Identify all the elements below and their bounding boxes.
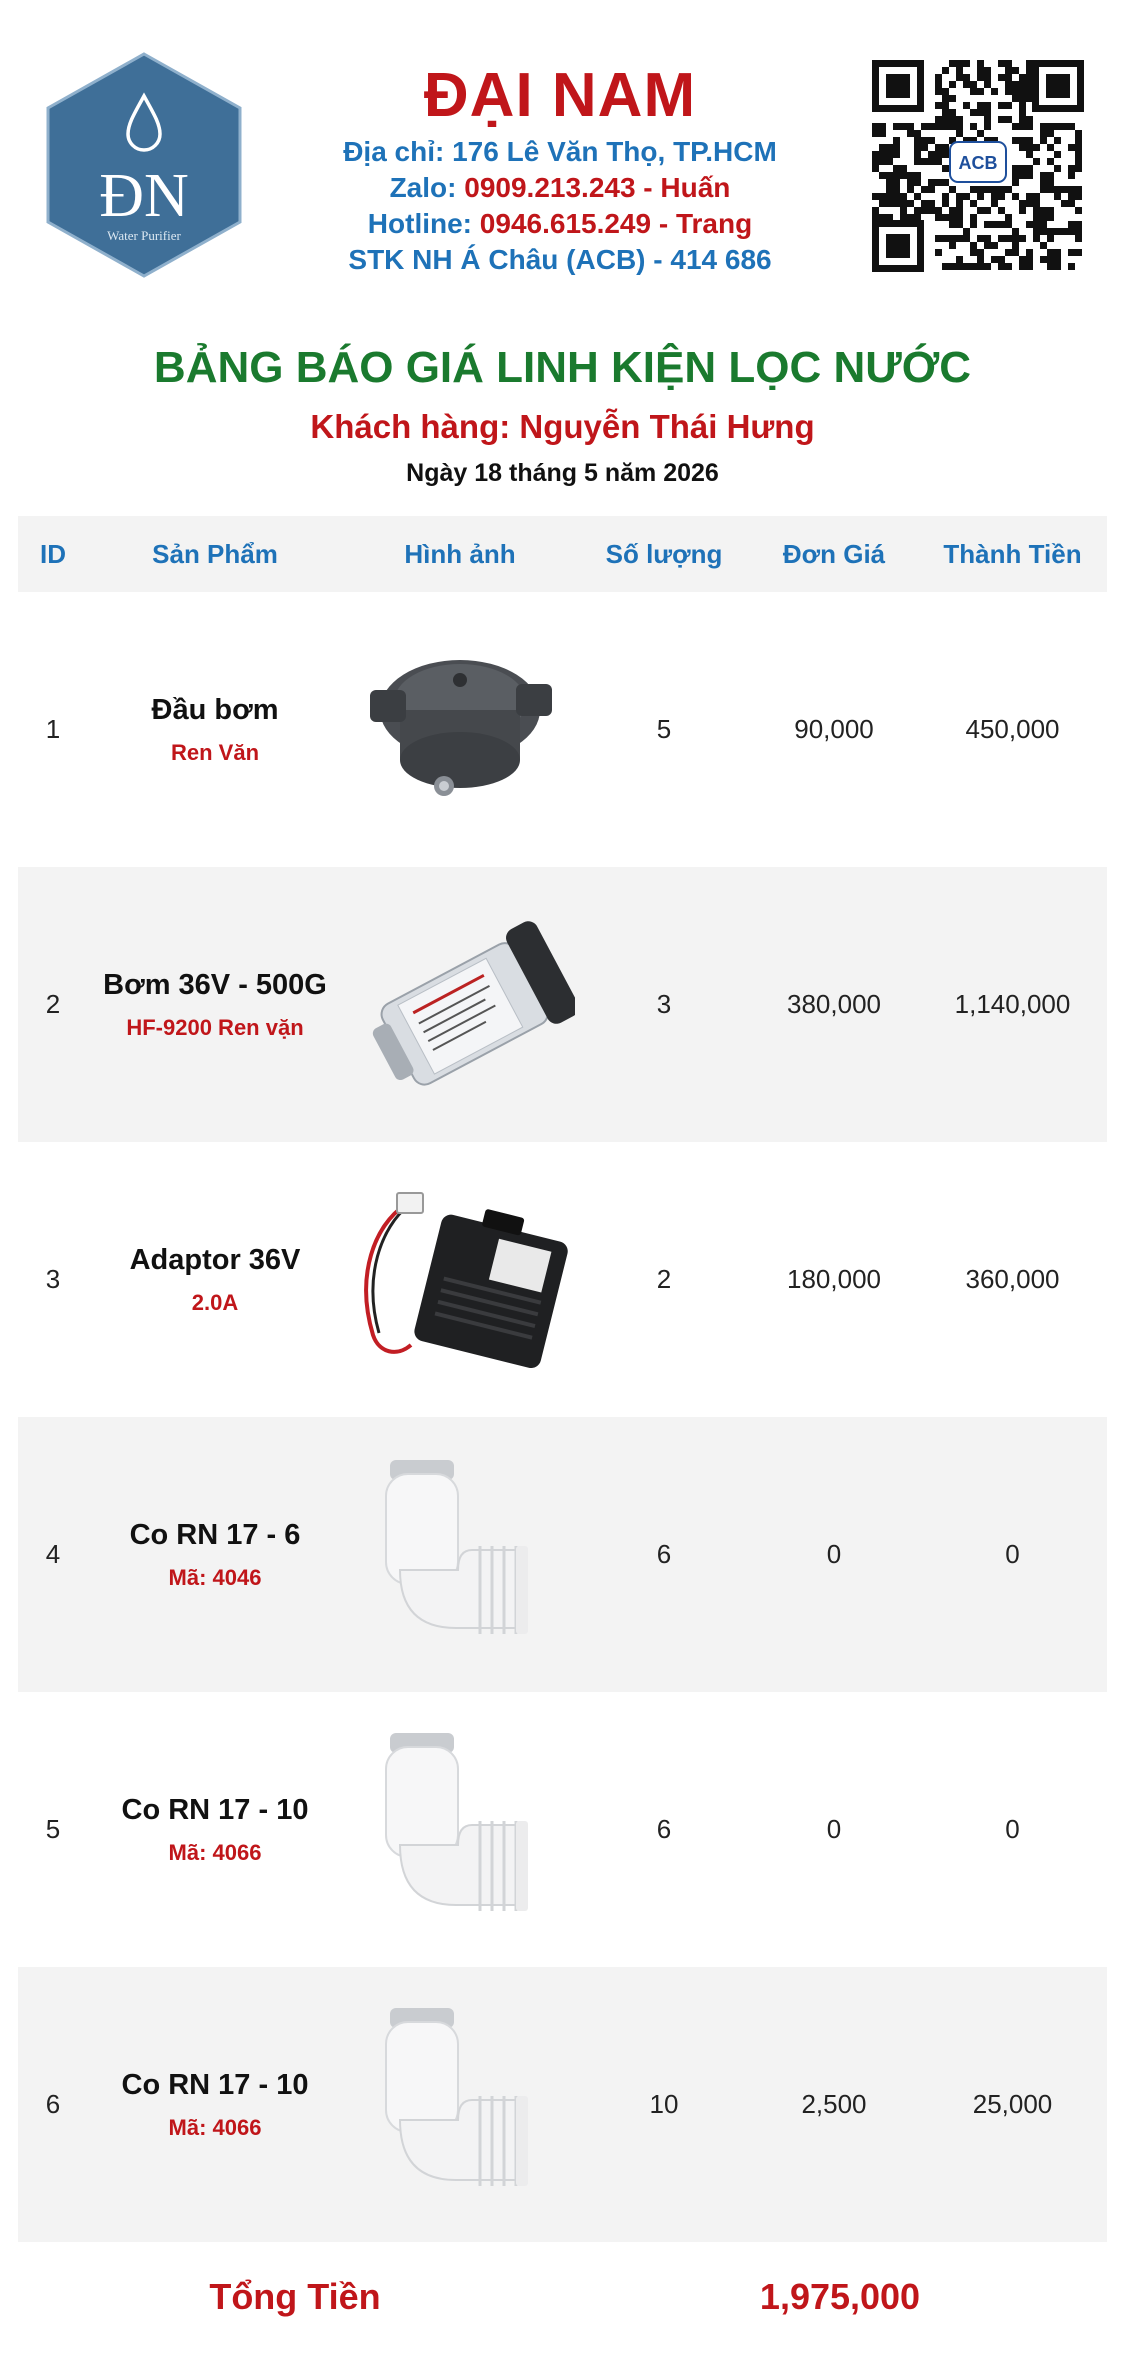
logo-text: ĐN bbox=[99, 162, 189, 230]
quote-date: Ngày 18 tháng 5 năm 2026 bbox=[406, 459, 719, 487]
amount: 0 bbox=[1005, 1539, 1020, 1569]
row-id: 2 bbox=[45, 989, 61, 1019]
unit-price: 180,000 bbox=[787, 1264, 881, 1294]
product-name: Co RN 17 - 10 bbox=[121, 1793, 309, 1826]
product-image-cell bbox=[342, 1165, 578, 1395]
total-value: 1,975,000 bbox=[759, 2276, 921, 2317]
quantity: 10 bbox=[649, 2089, 679, 2119]
product-subtitle: HF-9200 Ren vặn bbox=[126, 1014, 304, 1040]
bank-account: STK NH Á Châu (ACB) - 414 686 bbox=[348, 244, 772, 275]
product-name: Co RN 17 - 6 bbox=[129, 1518, 301, 1551]
qr-bank-label: ACB bbox=[959, 153, 998, 173]
table-row: 1 Đầu bơm Ren Văn 5 90,000 450,000 bbox=[18, 592, 1107, 867]
row-id: 6 bbox=[45, 2089, 61, 2119]
unit-price: 2,500 bbox=[801, 2089, 867, 2119]
product-image-cell bbox=[342, 615, 578, 845]
quantity: 3 bbox=[656, 989, 672, 1019]
product-image-cell bbox=[342, 1715, 578, 1945]
product-cell: Co RN 17 - 10 Mã: 4066 bbox=[88, 2066, 342, 2144]
row-id: 3 bbox=[45, 1264, 61, 1294]
header-unit-price: Đơn Giá bbox=[782, 538, 886, 569]
row-id: 4 bbox=[45, 1539, 61, 1569]
total-row: Tổng Tiền 1,975,000 bbox=[0, 2262, 1125, 2342]
product-image-cell bbox=[342, 1990, 578, 2220]
table-header: ID Sản Phẩm Hình ảnh Số lượng Đơn Giá Th… bbox=[18, 516, 1107, 592]
product-subtitle: Mã: 4066 bbox=[168, 1839, 262, 1865]
table-row: 3 Adaptor 36V 2.0A 2 180,000 360,000 bbox=[18, 1142, 1107, 1417]
customer-name: Nguyễn Thái Hưng bbox=[519, 408, 815, 445]
address: Địa chỉ: 176 Lê Văn Thọ, TP.HCM bbox=[343, 136, 777, 167]
product-cell: Co RN 17 - 10 Mã: 4066 bbox=[88, 1791, 342, 1869]
qr-code-icon: ACB bbox=[868, 56, 1088, 276]
row-id: 5 bbox=[45, 1814, 61, 1844]
unit-price: 90,000 bbox=[794, 714, 874, 744]
page-title: BẢNG BÁO GIÁ LINH KIỆN LỌC NƯỚC bbox=[153, 343, 972, 392]
product-cell: Bơm 36V - 500G HF-9200 Ren vặn bbox=[88, 966, 342, 1044]
product-name: Adaptor 36V bbox=[129, 1243, 301, 1276]
adaptor-icon bbox=[364, 1191, 568, 1368]
quote-table: ID Sản Phẩm Hình ảnh Số lượng Đơn Giá Th… bbox=[18, 516, 1107, 2242]
hotline-label: Hotline: bbox=[367, 208, 473, 239]
amount: 0 bbox=[1005, 1814, 1020, 1844]
quantity: 6 bbox=[656, 1539, 672, 1569]
pump-icon bbox=[372, 920, 575, 1086]
product-image-cell bbox=[342, 1440, 578, 1670]
elbow-fitting-icon bbox=[385, 2007, 528, 2186]
header-quantity: Số lượng bbox=[605, 538, 723, 569]
zalo-label: Zalo: bbox=[389, 172, 457, 203]
unit-price: 0 bbox=[826, 1814, 842, 1844]
product-cell: Co RN 17 - 6 Mã: 4046 bbox=[88, 1516, 342, 1594]
table-row: 6 Co RN 17 - 10 Mã: 4066 10 2,500 25,000 bbox=[18, 1967, 1107, 2242]
header-product: Sản Phẩm bbox=[152, 538, 278, 569]
header: ĐN Water Purifier ĐẠI NAM Địa chỉ: 176 L… bbox=[0, 0, 1125, 320]
quantity: 6 bbox=[656, 1814, 672, 1844]
product-cell: Đầu bơm Ren Văn bbox=[88, 691, 342, 769]
elbow-fitting-icon bbox=[385, 1459, 528, 1634]
amount: 25,000 bbox=[972, 2089, 1053, 2119]
header-image: Hình ảnh bbox=[404, 538, 516, 569]
total-label: Tổng Tiền bbox=[209, 2276, 381, 2317]
logo-icon: ĐN Water Purifier bbox=[46, 52, 242, 278]
table-row: 4 Co RN 17 - 6 Mã: 4046 6 0 0 bbox=[18, 1417, 1107, 1692]
header-id: ID bbox=[40, 538, 66, 569]
hotline-line: Hotline: 0946.615.249 - Trang bbox=[300, 206, 820, 242]
table-row: 2 Bơm 36V - 500G HF-9200 Ren vặn 3 380,0… bbox=[18, 867, 1107, 1142]
product-name: Bơm 36V - 500G bbox=[103, 968, 327, 1001]
unit-price: 380,000 bbox=[787, 989, 881, 1019]
product-name: Đầu bơm bbox=[151, 693, 279, 726]
elbow-fitting-icon bbox=[385, 1732, 528, 1911]
company-name: ĐẠI NAM bbox=[423, 61, 697, 130]
zalo-value: 0909.213.243 - Huấn bbox=[464, 172, 731, 203]
customer-line: Khách hàng: Nguyễn Thái Hưng bbox=[0, 405, 1125, 449]
company-info: ĐẠI NAM Địa chỉ: 176 Lê Văn Thọ, TP.HCM … bbox=[300, 58, 820, 278]
logo-tagline: Water Purifier bbox=[107, 228, 181, 243]
customer-label: Khách hàng: bbox=[310, 408, 511, 445]
unit-price: 0 bbox=[826, 1539, 842, 1569]
quantity: 2 bbox=[656, 1264, 672, 1294]
pump-head-icon bbox=[370, 659, 552, 796]
product-cell: Adaptor 36V 2.0A bbox=[88, 1241, 342, 1319]
table-row: 5 Co RN 17 - 10 Mã: 4066 6 0 0 bbox=[18, 1692, 1107, 1967]
product-image-cell bbox=[342, 890, 578, 1120]
quantity: 5 bbox=[656, 714, 672, 744]
product-name: Co RN 17 - 10 bbox=[121, 2068, 309, 2101]
product-subtitle: Mã: 4046 bbox=[168, 1564, 262, 1590]
header-amount: Thành Tiền bbox=[943, 538, 1082, 569]
amount: 1,140,000 bbox=[954, 989, 1071, 1019]
product-subtitle: Ren Văn bbox=[170, 739, 260, 765]
amount: 450,000 bbox=[965, 714, 1060, 744]
row-id: 1 bbox=[45, 714, 61, 744]
zalo-line: Zalo: 0909.213.243 - Huấn bbox=[300, 170, 820, 206]
hotline-value: 0946.615.249 - Trang bbox=[479, 208, 753, 239]
amount: 360,000 bbox=[965, 1264, 1060, 1294]
product-subtitle: 2.0A bbox=[191, 1289, 239, 1315]
product-subtitle: Mã: 4066 bbox=[168, 2114, 262, 2140]
